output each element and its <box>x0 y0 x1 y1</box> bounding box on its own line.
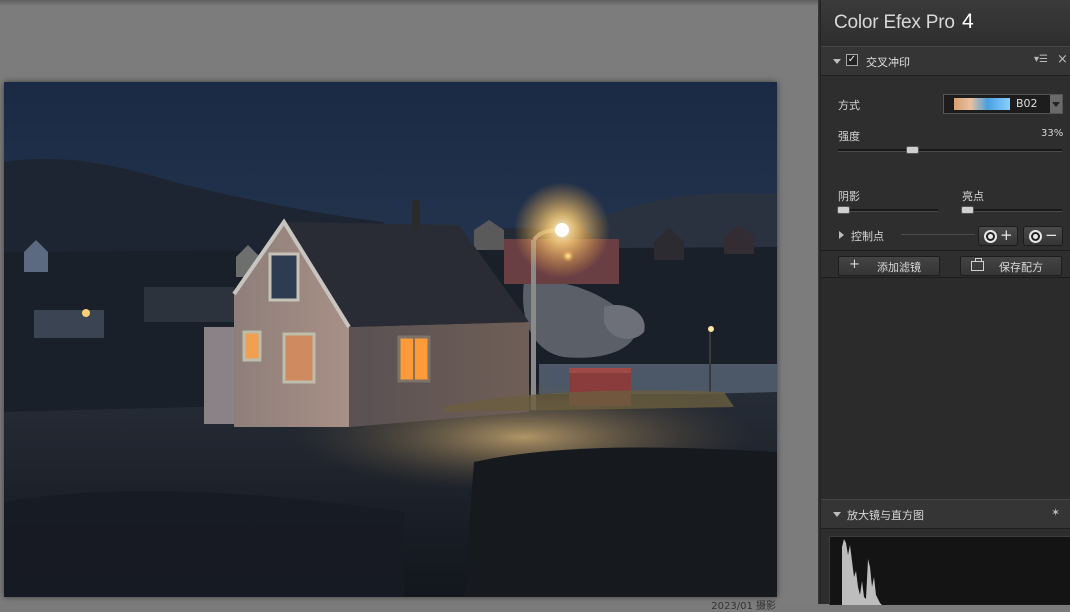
top-shadow <box>0 0 818 6</box>
pin-icon[interactable]: ✶ <box>1051 506 1060 519</box>
highlights-slider[interactable] <box>962 209 1062 212</box>
loupe-header[interactable]: 放大镜与直方图 ✶ <box>821 499 1070 529</box>
remove-control-point-button[interactable]: − <box>1023 226 1063 246</box>
photo-image <box>4 82 777 597</box>
filter-enable-checkbox[interactable]: ✓ <box>846 54 858 66</box>
collapse-icon[interactable] <box>833 512 841 517</box>
strength-label: 强度 <box>838 130 860 143</box>
app-version: 4 <box>962 10 974 33</box>
right-panel: Color Efex Pro 4 ✓ 交叉冲印 ▾☰ × 方式 B02 强度 3… <box>821 0 1070 605</box>
empty-filter-area <box>821 278 1070 499</box>
photo-preview[interactable] <box>4 82 777 597</box>
dropdown-arrow-icon[interactable] <box>1050 95 1062 113</box>
add-control-point-button[interactable]: + <box>978 226 1018 246</box>
section-divider <box>821 250 1070 251</box>
histogram-graph <box>842 539 882 605</box>
histogram[interactable] <box>829 536 1070 605</box>
save-recipe-icon <box>971 258 984 271</box>
method-thumbnail <box>954 98 1010 110</box>
shadows-label: 阴影 <box>838 190 860 203</box>
filter-menu-icon[interactable]: ▾☰ <box>1034 54 1048 65</box>
strength-slider-thumb[interactable] <box>905 146 919 154</box>
control-points-label: 控制点 <box>851 230 884 243</box>
control-point-icon <box>1029 230 1042 243</box>
add-filter-label: 添加滤镜 <box>877 261 921 274</box>
canvas-caption: 2023/01 摄影 <box>711 601 776 612</box>
strength-slider[interactable] <box>838 149 1062 152</box>
add-icon: + <box>849 257 860 272</box>
method-select[interactable]: B02 <box>943 94 1063 114</box>
save-recipe-button[interactable]: 保存配方 <box>960 256 1062 276</box>
collapse-icon[interactable] <box>833 59 841 64</box>
method-label: 方式 <box>838 99 860 112</box>
minus-icon: − <box>1045 226 1058 244</box>
strength-value: 33% <box>1041 128 1064 139</box>
shadows-slider[interactable] <box>838 209 938 212</box>
loupe-title: 放大镜与直方图 <box>847 509 924 522</box>
method-value: B02 <box>1016 97 1038 110</box>
canvas-area[interactable]: 2023/01 摄影 <box>0 0 818 612</box>
filter-header[interactable]: ✓ 交叉冲印 ▾☰ × <box>821 46 1070 76</box>
add-filter-button[interactable]: + 添加滤镜 <box>838 256 940 276</box>
highlights-label: 亮点 <box>962 190 984 203</box>
filter-close-icon[interactable]: × <box>1057 52 1068 67</box>
filter-name: 交叉冲印 <box>866 56 910 69</box>
expand-icon[interactable] <box>839 231 844 239</box>
plus-icon: + <box>1000 226 1013 244</box>
control-point-icon <box>984 230 997 243</box>
app-title: Color Efex Pro <box>834 12 955 33</box>
save-recipe-label: 保存配方 <box>999 261 1043 274</box>
shadows-slider-thumb[interactable] <box>837 206 850 214</box>
app-title-bar: Color Efex Pro 4 <box>821 0 1070 47</box>
control-points-divider <box>901 234 975 235</box>
highlights-slider-thumb[interactable] <box>961 206 974 214</box>
